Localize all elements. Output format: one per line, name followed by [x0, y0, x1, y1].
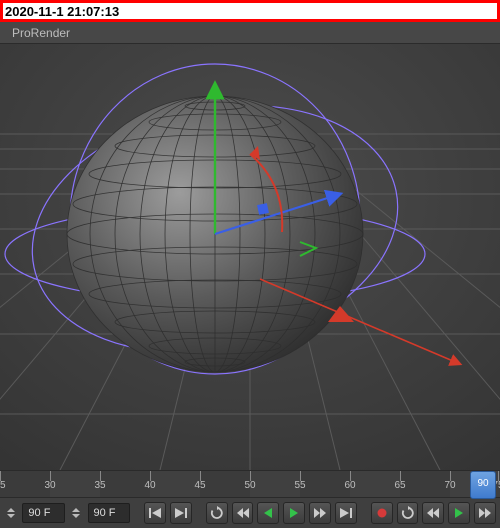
tick-label: 55: [294, 480, 305, 491]
prev-key-icon: [236, 507, 250, 519]
transport-controls: 90 F 90 F: [0, 498, 500, 528]
chevron-down-icon: [72, 514, 80, 518]
tick-label: 40: [144, 480, 155, 491]
record-icon: [376, 507, 388, 519]
go-to-end-button[interactable]: [170, 502, 192, 524]
timestamp-text: 2020-11-1 21:07:13: [5, 4, 119, 19]
play-fwd-icon: [453, 507, 465, 519]
next-key-button[interactable]: [309, 502, 331, 524]
tick-label: 30: [44, 480, 55, 491]
viewport-canvas[interactable]: [0, 44, 500, 470]
timeline[interactable]: 25 30 35 40 45 50 55 60 65 70 75 90: [0, 470, 500, 498]
tick-label: 60: [344, 480, 355, 491]
next-key-icon: [313, 507, 327, 519]
tick-label: 70: [444, 480, 455, 491]
end-frame-stepper[interactable]: [69, 502, 83, 524]
next-key-icon: [478, 507, 492, 519]
viewport-3d[interactable]: [0, 44, 500, 470]
tab-prorender[interactable]: ProRender: [12, 26, 70, 40]
start-frame-field[interactable]: 90 F: [22, 503, 65, 523]
go-to-start-button[interactable]: [144, 502, 166, 524]
play-back-icon: [262, 507, 274, 519]
go-start-icon: [148, 507, 162, 519]
loop-button[interactable]: [206, 502, 228, 524]
play-backward-button[interactable]: [257, 502, 279, 524]
reload-icon: [210, 506, 224, 520]
viewport-tab-bar: ProRender: [0, 22, 500, 44]
prev-key-button[interactable]: [232, 502, 254, 524]
end-frame-value: 90 F: [94, 507, 116, 519]
go-end-icon: [174, 507, 188, 519]
record-button[interactable]: [371, 502, 393, 524]
tick-label: 65: [394, 480, 405, 491]
prev-key-icon: [426, 507, 440, 519]
timeline-playhead[interactable]: 90: [470, 471, 496, 499]
tick-label: 35: [94, 480, 105, 491]
chevron-up-icon: [7, 508, 15, 512]
chevron-up-icon: [72, 508, 80, 512]
go-end-icon: [339, 507, 353, 519]
reload-icon: [401, 506, 415, 520]
play-forward-button[interactable]: [283, 502, 305, 524]
loop-button-2[interactable]: [397, 502, 419, 524]
prev-key-button-2[interactable]: [422, 502, 444, 524]
bottom-panel: 25 30 35 40 45 50 55 60 65 70 75 90 90 F: [0, 470, 500, 528]
tick-label: 50: [244, 480, 255, 491]
next-key-button-2[interactable]: [474, 502, 496, 524]
go-to-end-button-2[interactable]: [335, 502, 357, 524]
tick-label: 25: [0, 480, 6, 491]
start-frame-stepper[interactable]: [4, 502, 18, 524]
start-frame-value: 90 F: [28, 507, 50, 519]
play-fwd-icon: [288, 507, 300, 519]
chevron-down-icon: [7, 514, 15, 518]
tick-label: 45: [194, 480, 205, 491]
end-frame-field[interactable]: 90 F: [88, 503, 131, 523]
timestamp-overlay: 2020-11-1 21:07:13: [0, 0, 500, 22]
playhead-label: 90: [477, 478, 488, 489]
play-forward-button-2[interactable]: [448, 502, 470, 524]
timeline-ticks: 25 30 35 40 45 50 55 60 65 70 75: [0, 471, 500, 497]
